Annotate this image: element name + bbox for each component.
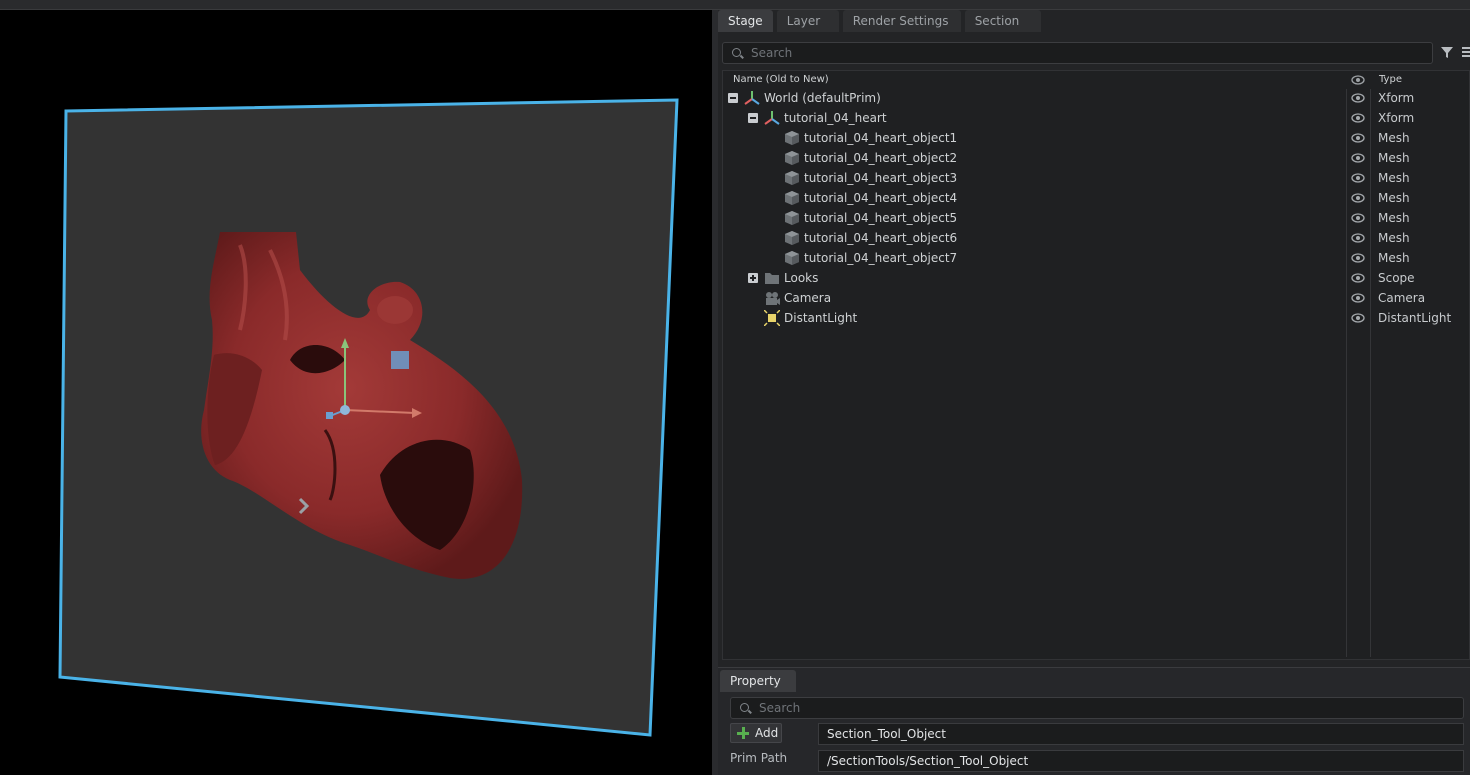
filter-icon[interactable] — [1440, 45, 1454, 59]
tree-row-heart-object5[interactable]: tutorial_04_heart_object5 Mesh — [723, 208, 1470, 228]
tree-row-type: Mesh — [1378, 231, 1410, 245]
tree-row-label: tutorial_04_heart_object7 — [804, 251, 958, 265]
tab-property[interactable]: Property — [720, 670, 796, 692]
folder-icon — [765, 273, 779, 284]
tree-row-tutorial-heart[interactable]: tutorial_04_heart Xform — [723, 108, 1470, 128]
eye-icon[interactable] — [1351, 253, 1365, 263]
top-toolbar-strip — [0, 0, 1470, 10]
tree-row-heart-object6[interactable]: tutorial_04_heart_object6 Mesh — [723, 228, 1470, 248]
eye-icon[interactable] — [1351, 153, 1365, 163]
eye-icon[interactable] — [1351, 113, 1365, 123]
property-search-input[interactable]: Search — [730, 697, 1464, 719]
tree-row-type: Mesh — [1378, 191, 1410, 205]
prim-path-label: Prim Path — [730, 751, 788, 765]
tree-row-heart-object1[interactable]: tutorial_04_heart_object1 Mesh — [723, 128, 1470, 148]
tree-row-label: tutorial_04_heart_object5 — [804, 211, 958, 225]
tree-row-label: DistantLight — [784, 311, 858, 325]
expand-icon[interactable] — [748, 273, 758, 283]
add-button-label: Add — [755, 726, 779, 740]
tree-row-label: Camera — [784, 291, 832, 305]
eye-icon[interactable] — [1351, 273, 1365, 283]
collapse-icon[interactable] — [728, 93, 738, 103]
tree-row-label: tutorial_04_heart_object2 — [804, 151, 958, 165]
tree-row-label: tutorial_04_heart_object4 — [804, 191, 958, 205]
mesh-cube-icon — [785, 211, 799, 225]
collapse-icon[interactable] — [748, 113, 758, 123]
column-header-type[interactable]: Type — [1379, 71, 1402, 89]
eye-icon[interactable] — [1351, 173, 1365, 183]
mesh-cube-icon — [785, 171, 799, 185]
eye-icon[interactable] — [1351, 293, 1365, 303]
tree-row-label: World (defaultPrim) — [764, 91, 881, 105]
prim-name-field[interactable]: Section_Tool_Object — [818, 723, 1464, 745]
tree-row-type: Mesh — [1378, 211, 1410, 225]
eye-icon[interactable] — [1351, 313, 1365, 323]
tab-stage[interactable]: Stage — [718, 10, 773, 32]
menu-icon[interactable] — [1460, 46, 1470, 58]
tree-row-label: tutorial_04_heart_object1 — [804, 131, 958, 145]
search-icon — [732, 48, 741, 57]
mesh-cube-icon — [785, 231, 799, 245]
tree-row-label: tutorial_04_heart — [784, 111, 887, 125]
eye-icon[interactable] — [1351, 93, 1365, 103]
light-icon — [764, 310, 780, 326]
tree-row-label: tutorial_04_heart_object6 — [804, 231, 958, 245]
camera-icon — [766, 292, 780, 305]
tree-row-camera[interactable]: Camera Camera — [723, 288, 1470, 308]
mesh-cube-icon — [785, 131, 799, 145]
eye-icon[interactable] — [1351, 213, 1365, 223]
mesh-cube-icon — [785, 251, 799, 265]
search-icon — [740, 703, 749, 712]
mesh-cube-icon — [785, 191, 799, 205]
stage-search-placeholder: Search — [751, 46, 793, 60]
tree-row-type: Mesh — [1378, 151, 1410, 165]
stage-tree: Name (Old to New) Type World (defaultPri… — [722, 70, 1470, 660]
tree-row-label: Looks — [784, 271, 819, 285]
xform-axes-icon — [764, 111, 780, 125]
tree-row-type: Xform — [1378, 91, 1415, 105]
property-panel: Property Search Add Section_Tool_Object … — [718, 667, 1470, 775]
stage-search-input[interactable]: Search — [722, 42, 1433, 64]
tab-section[interactable]: Section — [964, 10, 1041, 32]
viewport-scene — [58, 98, 679, 737]
3d-viewport[interactable] — [0, 10, 712, 775]
tree-row-type: Scope — [1378, 271, 1415, 285]
tree-row-type: Camera — [1378, 291, 1426, 305]
property-search-placeholder: Search — [759, 701, 801, 715]
tree-row-label: tutorial_04_heart_object3 — [804, 171, 958, 185]
tree-row-heart-object3[interactable]: tutorial_04_heart_object3 Mesh — [723, 168, 1470, 188]
tab-layer[interactable]: Layer — [776, 10, 839, 32]
tree-row-world[interactable]: World (defaultPrim) Xform — [723, 88, 1470, 108]
tab-render-settings[interactable]: Render Settings — [842, 10, 961, 32]
right-panel: Stage Layer Render Settings Section Sear… — [718, 10, 1470, 775]
tree-row-heart-object7[interactable]: tutorial_04_heart_object7 Mesh — [723, 248, 1470, 268]
eye-icon[interactable] — [1351, 133, 1365, 143]
tree-row-type: Mesh — [1378, 171, 1410, 185]
prim-path-field[interactable]: /SectionTools/Section_Tool_Object — [818, 750, 1464, 772]
eye-icon[interactable] — [1351, 233, 1365, 243]
column-header-name[interactable]: Name (Old to New) — [733, 71, 829, 89]
tree-row-type: Mesh — [1378, 251, 1410, 265]
add-button[interactable]: Add — [730, 723, 782, 743]
tree-row-type: Xform — [1378, 111, 1415, 125]
plus-icon — [737, 727, 749, 739]
tree-row-heart-object4[interactable]: tutorial_04_heart_object4 Mesh — [723, 188, 1470, 208]
tree-row-type: DistantLight — [1378, 311, 1452, 325]
tree-row-type: Mesh — [1378, 131, 1410, 145]
xform-axes-icon — [744, 91, 760, 105]
mesh-cube-icon — [785, 151, 799, 165]
tree-row-heart-object2[interactable]: tutorial_04_heart_object2 Mesh — [723, 148, 1470, 168]
panel-tabs: Stage Layer Render Settings Section — [718, 10, 1045, 32]
tree-row-looks[interactable]: Looks Scope — [723, 268, 1470, 288]
eye-icon[interactable] — [1351, 193, 1365, 203]
tree-row-distantlight[interactable]: DistantLight DistantLight — [723, 308, 1470, 328]
